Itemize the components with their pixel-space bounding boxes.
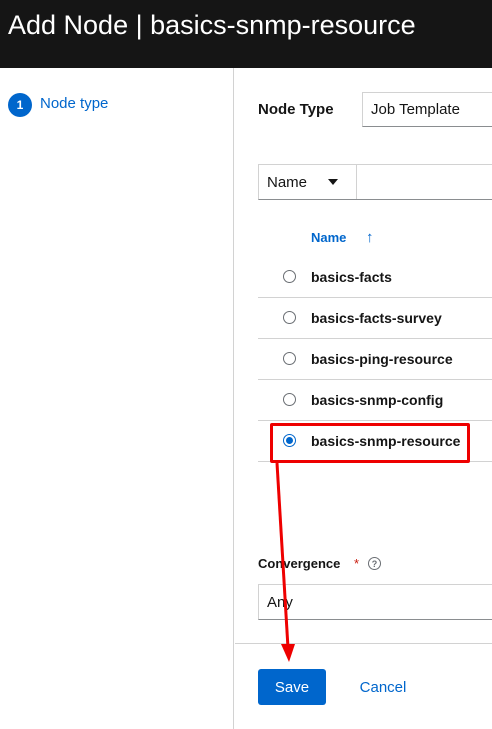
- node-type-label: Node Type: [258, 101, 334, 118]
- required-marker: *: [354, 556, 360, 571]
- row-radio[interactable]: [283, 352, 296, 365]
- table-row[interactable]: basics-facts-survey: [258, 298, 492, 339]
- row-radio[interactable]: [283, 311, 296, 324]
- wizard-step-node-type[interactable]: Node type: [40, 95, 108, 112]
- table-row[interactable]: basics-snmp-config: [258, 380, 492, 421]
- row-name: basics-snmp-resource: [311, 433, 461, 449]
- row-name: basics-ping-resource: [311, 351, 453, 367]
- row-radio[interactable]: [283, 270, 296, 283]
- row-name: basics-facts: [311, 269, 392, 285]
- wizard-nav: [0, 68, 234, 729]
- filter-field-label: Name: [267, 174, 308, 191]
- convergence-label: Convergence: [258, 556, 341, 571]
- row-name: basics-facts-survey: [311, 310, 442, 326]
- page-header: Add Node | basics-snmp-resource: [0, 0, 492, 68]
- row-radio-selected[interactable]: [283, 434, 296, 447]
- search-filter-bar: Name: [258, 164, 492, 200]
- save-button[interactable]: Save: [258, 669, 326, 705]
- cancel-button[interactable]: Cancel: [343, 669, 423, 705]
- caret-down-icon: [328, 179, 338, 185]
- table-row[interactable]: basics-facts: [258, 257, 492, 298]
- page-title: Add Node | basics-snmp-resource: [8, 10, 416, 40]
- help-icon[interactable]: ?: [368, 557, 381, 570]
- table-row[interactable]: basics-ping-resource: [258, 339, 492, 380]
- node-type-select[interactable]: Job Template: [362, 92, 492, 127]
- sort-ascending-icon[interactable]: ↑: [366, 229, 374, 246]
- step-number-badge: 1: [8, 93, 32, 117]
- row-radio[interactable]: [283, 393, 296, 406]
- convergence-select[interactable]: Any: [258, 584, 492, 620]
- filter-field-dropdown[interactable]: Name: [259, 165, 357, 199]
- column-header-name[interactable]: Name: [311, 230, 346, 245]
- table-row[interactable]: basics-snmp-resource: [258, 421, 492, 462]
- row-name: basics-snmp-config: [311, 392, 444, 408]
